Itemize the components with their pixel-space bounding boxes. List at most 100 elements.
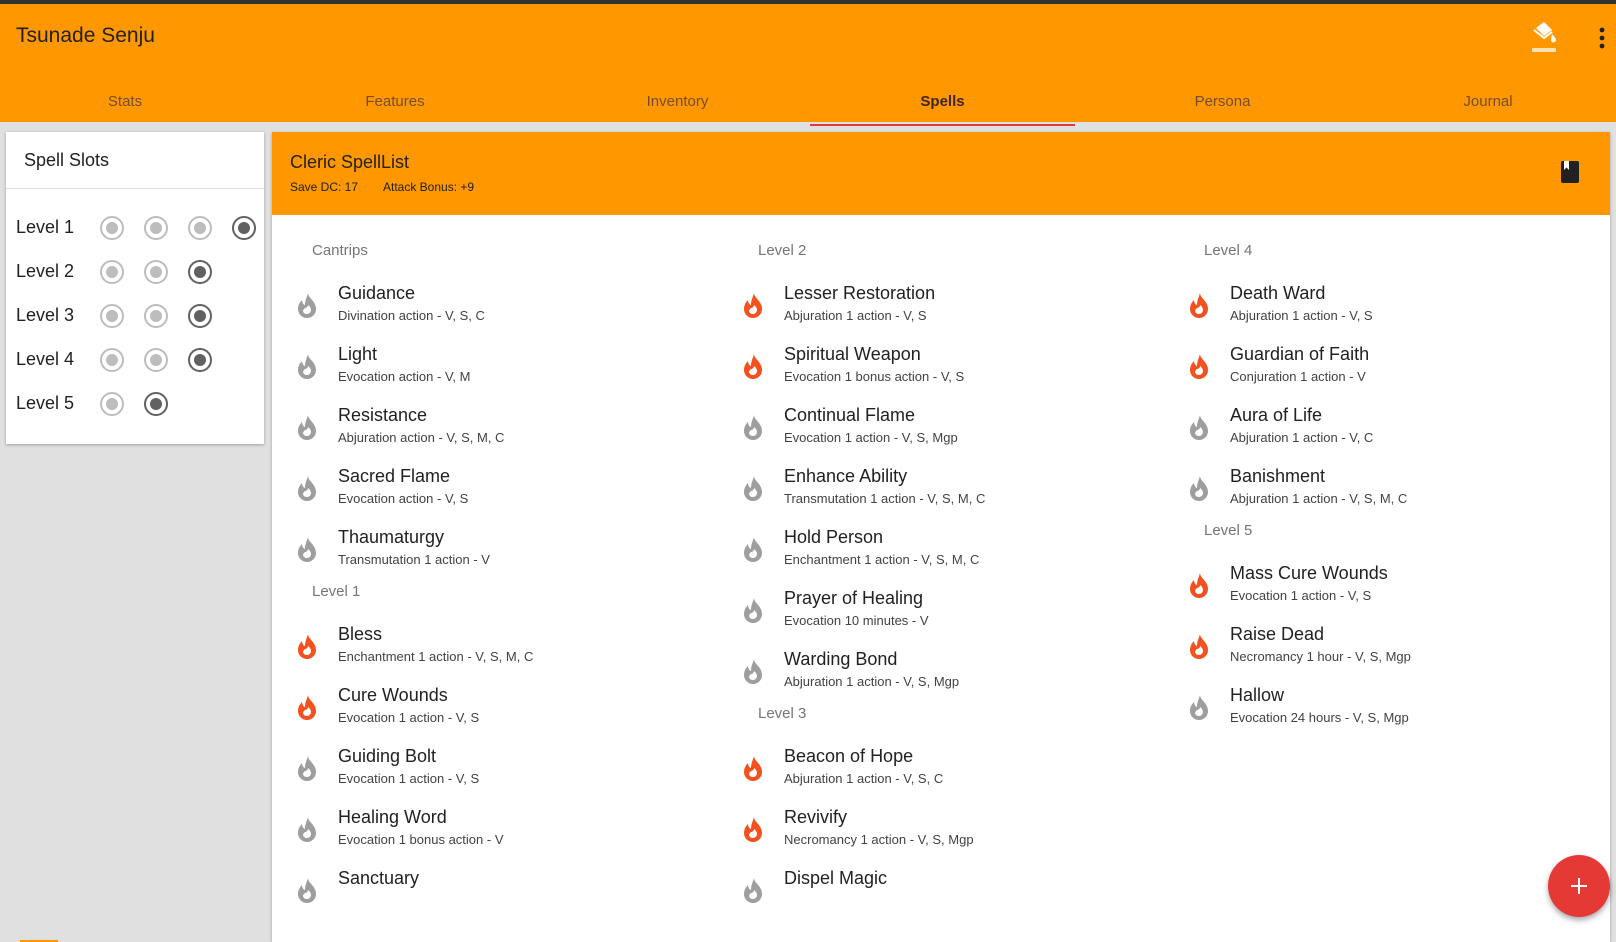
spell-item[interactable]: Spiritual Weapon Evocation 1 bonus action… [718, 337, 1164, 399]
flame-icon[interactable] [1188, 633, 1210, 659]
spell-item[interactable]: Guiding Bolt Evocation 1 action - V, S [272, 739, 718, 801]
flame-icon[interactable] [296, 475, 318, 501]
section-heading: Level 2 [758, 242, 807, 259]
slot-radio[interactable] [100, 260, 124, 284]
flame-icon[interactable] [742, 816, 764, 842]
flame-icon[interactable] [1188, 572, 1210, 598]
tab-label: Journal [1463, 92, 1513, 110]
flame-icon[interactable] [296, 633, 318, 659]
flame-icon[interactable] [742, 536, 764, 562]
spell-item[interactable]: Cure Wounds Evocation 1 action - V, S [272, 678, 718, 740]
tab-inventory[interactable]: Inventory [540, 76, 815, 126]
spell-item[interactable]: Guidance Divination action - V, S, C [272, 276, 718, 338]
flame-icon[interactable] [296, 755, 318, 781]
spell-meta: Evocation 10 minutes - V [784, 613, 929, 628]
spell-meta: Abjuration 1 action - V, S [1230, 308, 1373, 323]
spell-name: Light [338, 344, 378, 364]
active-tab-indicator [810, 124, 1075, 126]
spell-item[interactable]: Continual Flame Evocation 1 action - V, S… [718, 398, 1164, 460]
flame-icon[interactable] [1188, 694, 1210, 720]
flame-icon[interactable] [296, 414, 318, 440]
spell-name: Dispel Magic [784, 868, 888, 888]
spell-item[interactable]: Guardian of Faith Conjuration 1 action - … [1164, 337, 1610, 399]
flame-icon[interactable] [742, 755, 764, 781]
slot-radio[interactable] [232, 216, 256, 240]
spell-item[interactable]: Sanctuary [272, 861, 718, 923]
flame-icon[interactable] [1188, 353, 1210, 379]
spell-item[interactable]: Warding Bond Abjuration 1 action - V, S, … [718, 642, 1164, 704]
slot-radio[interactable] [188, 260, 212, 284]
flame-icon[interactable] [742, 658, 764, 684]
spell-item[interactable]: Bless Enchantment 1 action - V, S, M, C [272, 617, 718, 679]
slot-row-level-4: Level 4 [6, 340, 264, 380]
book-icon[interactable] [1560, 160, 1580, 184]
add-spell-button[interactable] [1548, 855, 1610, 917]
spell-item[interactable]: Light Evocation action - V, M [272, 337, 718, 399]
spell-slots-card: Spell Slots Level 1 Level 2 Level 3 Level 4… [6, 132, 264, 444]
spell-name: Hold Person [784, 527, 884, 547]
format-paint-icon[interactable] [1530, 22, 1558, 54]
slot-radio[interactable] [144, 392, 168, 416]
spell-item[interactable]: Lesser Restoration Abjuration 1 action - … [718, 276, 1164, 338]
spell-item[interactable]: Thaumaturgy Transmutation 1 action - V [272, 520, 718, 582]
flame-icon[interactable] [742, 475, 764, 501]
flame-icon[interactable] [742, 877, 764, 903]
spell-item[interactable]: Raise Dead Necromancy 1 hour - V, S, Mgp [1164, 617, 1610, 679]
divider [6, 188, 264, 189]
flame-icon[interactable] [742, 414, 764, 440]
flame-icon[interactable] [296, 536, 318, 562]
flame-icon[interactable] [742, 597, 764, 623]
spell-item[interactable]: Enhance Ability Transmutation 1 action - … [718, 459, 1164, 521]
flame-icon[interactable] [296, 292, 318, 318]
slot-level-label: Level 5 [16, 393, 75, 413]
flame-icon[interactable] [1188, 475, 1210, 501]
flame-icon[interactable] [296, 816, 318, 842]
slot-radio[interactable] [144, 216, 168, 240]
tab-spells[interactable]: Spells [810, 76, 1075, 126]
tab-journal[interactable]: Journal [1360, 76, 1616, 126]
slot-radio[interactable] [100, 392, 124, 416]
slot-radio[interactable] [100, 348, 124, 372]
spell-name: Bless [338, 624, 383, 644]
save-dc: Save DC: 17 [290, 180, 359, 194]
slot-level-label: Level 2 [16, 261, 75, 281]
spell-item[interactable]: Banishment Abjuration 1 action - V, S, M,… [1164, 459, 1610, 521]
spell-item[interactable]: Resistance Abjuration action - V, S, M, C [272, 398, 718, 460]
spell-item[interactable]: Hold Person Enchantment 1 action - V, S, … [718, 520, 1164, 582]
tab-persona[interactable]: Persona [1090, 76, 1355, 126]
flame-icon[interactable] [1188, 414, 1210, 440]
tab-stats[interactable]: Stats [0, 76, 250, 126]
spell-meta: Evocation action - V, M [338, 369, 471, 384]
flame-icon[interactable] [296, 877, 318, 903]
slot-radio[interactable] [100, 304, 124, 328]
tab-features[interactable]: Features [270, 76, 520, 126]
spell-item[interactable]: Death Ward Abjuration 1 action - V, S [1164, 276, 1610, 338]
spell-meta: Divination action - V, S, C [338, 308, 485, 323]
slot-radio[interactable] [144, 260, 168, 284]
spell-item[interactable]: Aura of Life Abjuration 1 action - V, C [1164, 398, 1610, 460]
spell-meta: Enchantment 1 action - V, S, M, C [784, 552, 980, 567]
spell-item[interactable]: Beacon of Hope Abjuration 1 action - V, S… [718, 739, 1164, 801]
flame-icon[interactable] [742, 292, 764, 318]
spell-meta: Necromancy 1 hour - V, S, Mgp [1230, 649, 1411, 664]
flame-icon[interactable] [296, 353, 318, 379]
flame-icon[interactable] [742, 353, 764, 379]
spell-item[interactable]: Sacred Flame Evocation action - V, S [272, 459, 718, 521]
spell-name: Resistance [338, 405, 428, 425]
slot-radio[interactable] [188, 304, 212, 328]
spell-name: Sanctuary [338, 868, 420, 888]
slot-radio[interactable] [188, 216, 212, 240]
more-vert-icon[interactable] [1596, 26, 1608, 50]
slot-radio[interactable] [144, 348, 168, 372]
flame-icon[interactable] [296, 694, 318, 720]
spell-item[interactable]: Healing Word Evocation 1 bonus action - V [272, 800, 718, 862]
spell-item[interactable]: Dispel Magic [718, 861, 1164, 923]
slot-radio[interactable] [144, 304, 168, 328]
flame-icon[interactable] [1188, 292, 1210, 318]
spell-item[interactable]: Revivify Necromancy 1 action - V, S, Mgp [718, 800, 1164, 862]
slot-radio[interactable] [188, 348, 212, 372]
slot-radio[interactable] [100, 216, 124, 240]
spell-item[interactable]: Prayer of Healing Evocation 10 minutes - … [718, 581, 1164, 643]
spell-item[interactable]: Hallow Evocation 24 hours - V, S, Mgp [1164, 678, 1610, 740]
spell-item[interactable]: Mass Cure Wounds Evocation 1 action - V, … [1164, 556, 1610, 618]
